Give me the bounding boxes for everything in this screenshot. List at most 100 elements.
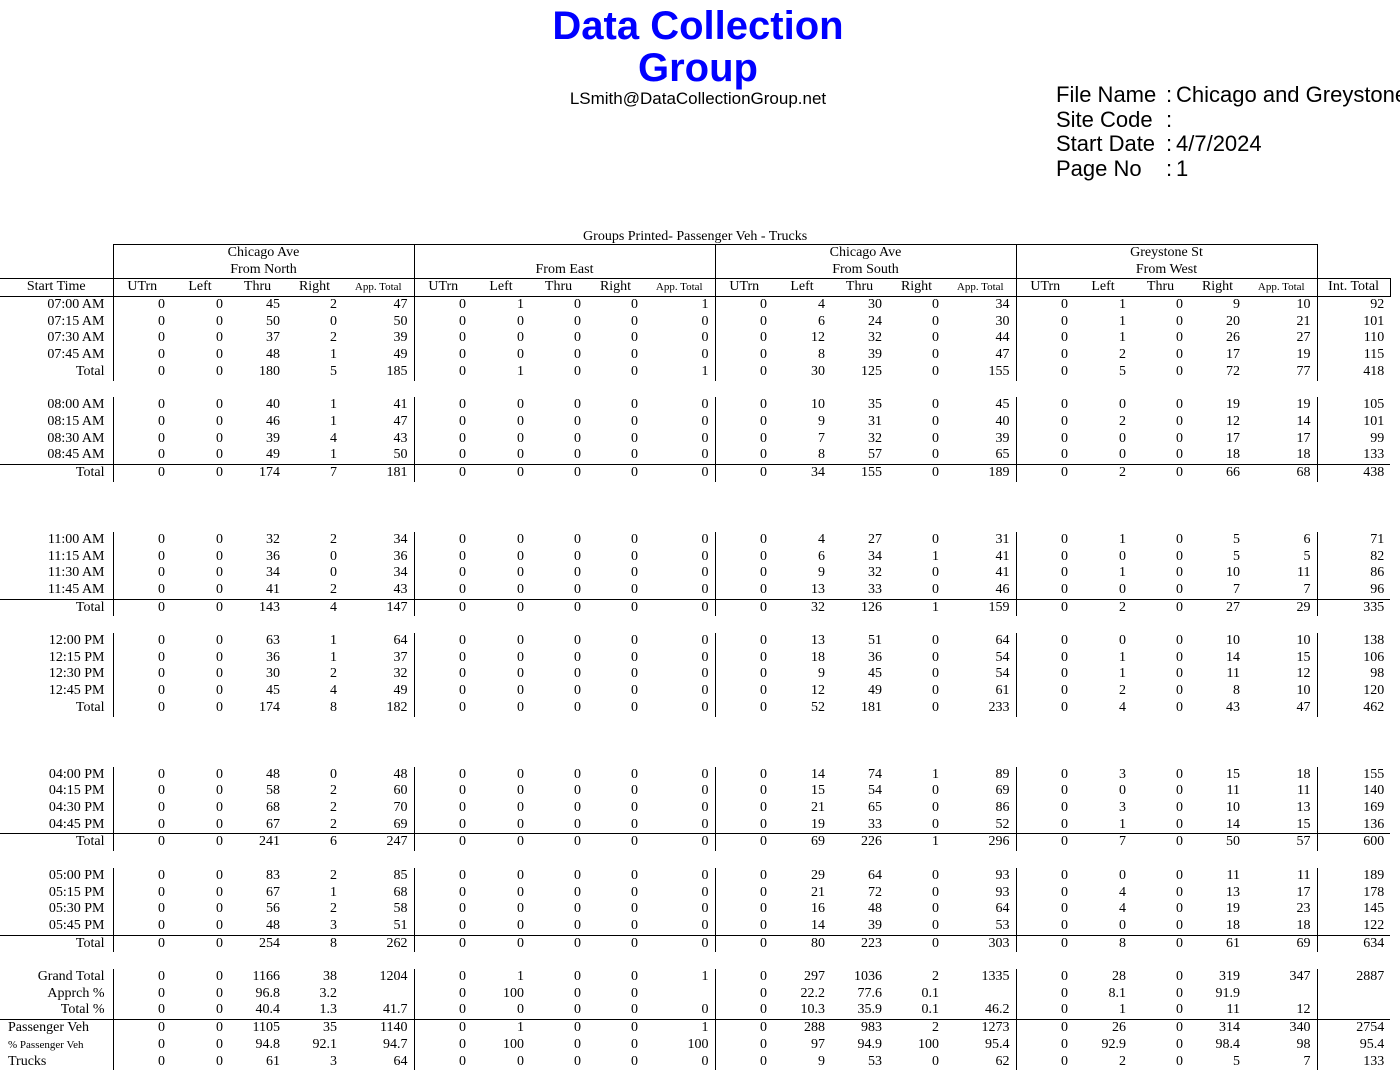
cell-value: 0 (932, 649, 939, 665)
table-row: 08:15 AM 0 0 46 1 47 0 0 0 0 0 0 9 31 0 40 0 2 0 12 14 101 (0, 413, 1391, 431)
column-header: UTrn (714, 278, 773, 298)
cell-value: 27 (1189, 598, 1246, 617)
cell-value: 0 (413, 330, 472, 348)
cell-value: 7 (1074, 833, 1132, 852)
meta-page-no: Page No:1 (1056, 155, 1189, 181)
cell-value: 223 (831, 934, 888, 953)
row-label: 11:45 AM (47, 581, 105, 597)
table-row: 04:30 PM 0 0 68 2 70 0 0 0 0 0 0 21 65 0 86 0 3 0 10 13 169 (0, 800, 1391, 817)
cell-value: 180 (259, 363, 280, 379)
cell-value: 0 (714, 917, 773, 936)
cell-value: 0 (932, 347, 939, 363)
cell-value: 0 (216, 430, 223, 446)
column-header: Left (1074, 278, 1132, 298)
cell-value: 48 (266, 347, 280, 363)
cell-value: 155 (988, 363, 1010, 379)
cell-value: 0 (112, 783, 171, 801)
cell-value: 5 (1119, 363, 1126, 379)
cell-value: 0 (701, 649, 709, 665)
cell-value: 9 (818, 666, 825, 682)
cell-value: 14 (1226, 649, 1240, 665)
cell-value: 32 (868, 565, 882, 581)
meta-file-name: File Name: Chicago and Greystone (1056, 82, 1400, 108)
cell-value: 46.2 (985, 1002, 1010, 1018)
row-label: 04:00 PM (48, 766, 105, 782)
cell-value: 0 (631, 766, 638, 782)
cell-value: 2 (330, 901, 337, 917)
cell-value: 0 (112, 363, 171, 381)
cell-value: 0 (112, 633, 171, 650)
cell-value: 0 (714, 330, 773, 348)
cell-value: 0 (413, 430, 472, 448)
cell-value: 1204 (379, 969, 408, 985)
cell-value: 9 (818, 565, 825, 581)
cell-value: 0 (701, 666, 709, 682)
cell-value: 32 (868, 330, 882, 346)
cell-value: 0.1 (921, 985, 940, 1001)
cell-value: 0 (1176, 413, 1183, 429)
cell-value: 0 (714, 969, 773, 986)
column-header: Thru (831, 278, 888, 298)
summary-row: Total % 0 0 40.4 1.3 41.7 0 0 0 0 0 0 10.3 35.9 0.1 46.… (0, 1002, 1391, 1020)
cell-value: 69 (995, 783, 1010, 799)
cell-value: 13 (1296, 800, 1311, 816)
cell-value: 68 (1246, 464, 1317, 482)
cell-value: 0 (216, 649, 223, 665)
cell-value: 0 (413, 884, 472, 902)
cell-value: 64 (995, 633, 1010, 649)
cell-value: 0 (1015, 447, 1074, 465)
cell-value: 0 (1176, 666, 1183, 682)
cell-value: 0 (1176, 330, 1183, 346)
cell-value: 143 (229, 598, 286, 617)
cell-value: 0 (1176, 1002, 1183, 1018)
cell-value: 462 (1316, 699, 1391, 717)
group-street-north: Chicago Ave (112, 243, 415, 262)
cell-value: 4 (818, 297, 825, 313)
cell-value: 0 (574, 699, 581, 715)
cell-value: 1140 (343, 1019, 414, 1037)
cell-value: 0 (574, 969, 581, 985)
cell-value: 21 (1296, 313, 1311, 329)
cell-value: 3 (1119, 766, 1126, 782)
cell-value: 0 (1119, 867, 1126, 883)
cell-value: 0 (413, 766, 472, 784)
cell-value: 0 (112, 565, 171, 582)
cell-value: 0 (574, 297, 581, 313)
cell-value: 94.9 (857, 1036, 883, 1052)
cell-value: 2 (1119, 347, 1126, 363)
cell-value: 13 (811, 633, 825, 649)
cell-value: 189 (1316, 867, 1391, 885)
cell-value: 18 (1226, 447, 1240, 463)
cell-value: 12 (1296, 1002, 1311, 1018)
cell-value: 0 (701, 699, 709, 715)
cell-value: 17 (1226, 347, 1240, 363)
cell-value: 0 (1176, 901, 1183, 917)
blank-row (0, 381, 1390, 398)
cell-value: 0 (1176, 531, 1183, 547)
cell-value: 0 (574, 531, 581, 547)
cell-value: 94.8 (255, 1036, 281, 1052)
cell-value: 0 (413, 867, 472, 885)
column-header-row: Start Time UTrn Left Thru Right App. Total UTr… (0, 278, 1391, 298)
cell-value: 50 (393, 313, 408, 329)
meta-value: 4/7/2024 (1176, 131, 1262, 156)
cell-value: 0 (631, 447, 638, 463)
cell-value: 0 (701, 917, 709, 933)
cell-value: 0 (1176, 581, 1183, 597)
cell-value: 67 (266, 816, 280, 832)
cell-value: 0 (1015, 666, 1074, 684)
cell-value: 0 (517, 884, 524, 900)
cell-value: 34 (393, 531, 408, 547)
cell-value: 0 (112, 766, 171, 784)
cell-value: 61 (266, 1053, 280, 1069)
cell-value: 0 (714, 598, 773, 617)
cell-value: 0 (587, 1019, 644, 1037)
cell-value: 2 (330, 816, 337, 832)
cell-value: 70 (393, 800, 408, 816)
cell-value: 0 (574, 666, 581, 682)
cell-value: 43 (393, 581, 408, 597)
cell-value: 11 (1226, 1002, 1240, 1018)
table-row: 11:30 AM 0 0 34 0 34 0 0 0 0 0 0 9 32 0 41 0 1 0 10 11 86 (0, 565, 1391, 582)
cell-value: 0 (587, 934, 644, 953)
cell-value: 64 (868, 867, 882, 883)
